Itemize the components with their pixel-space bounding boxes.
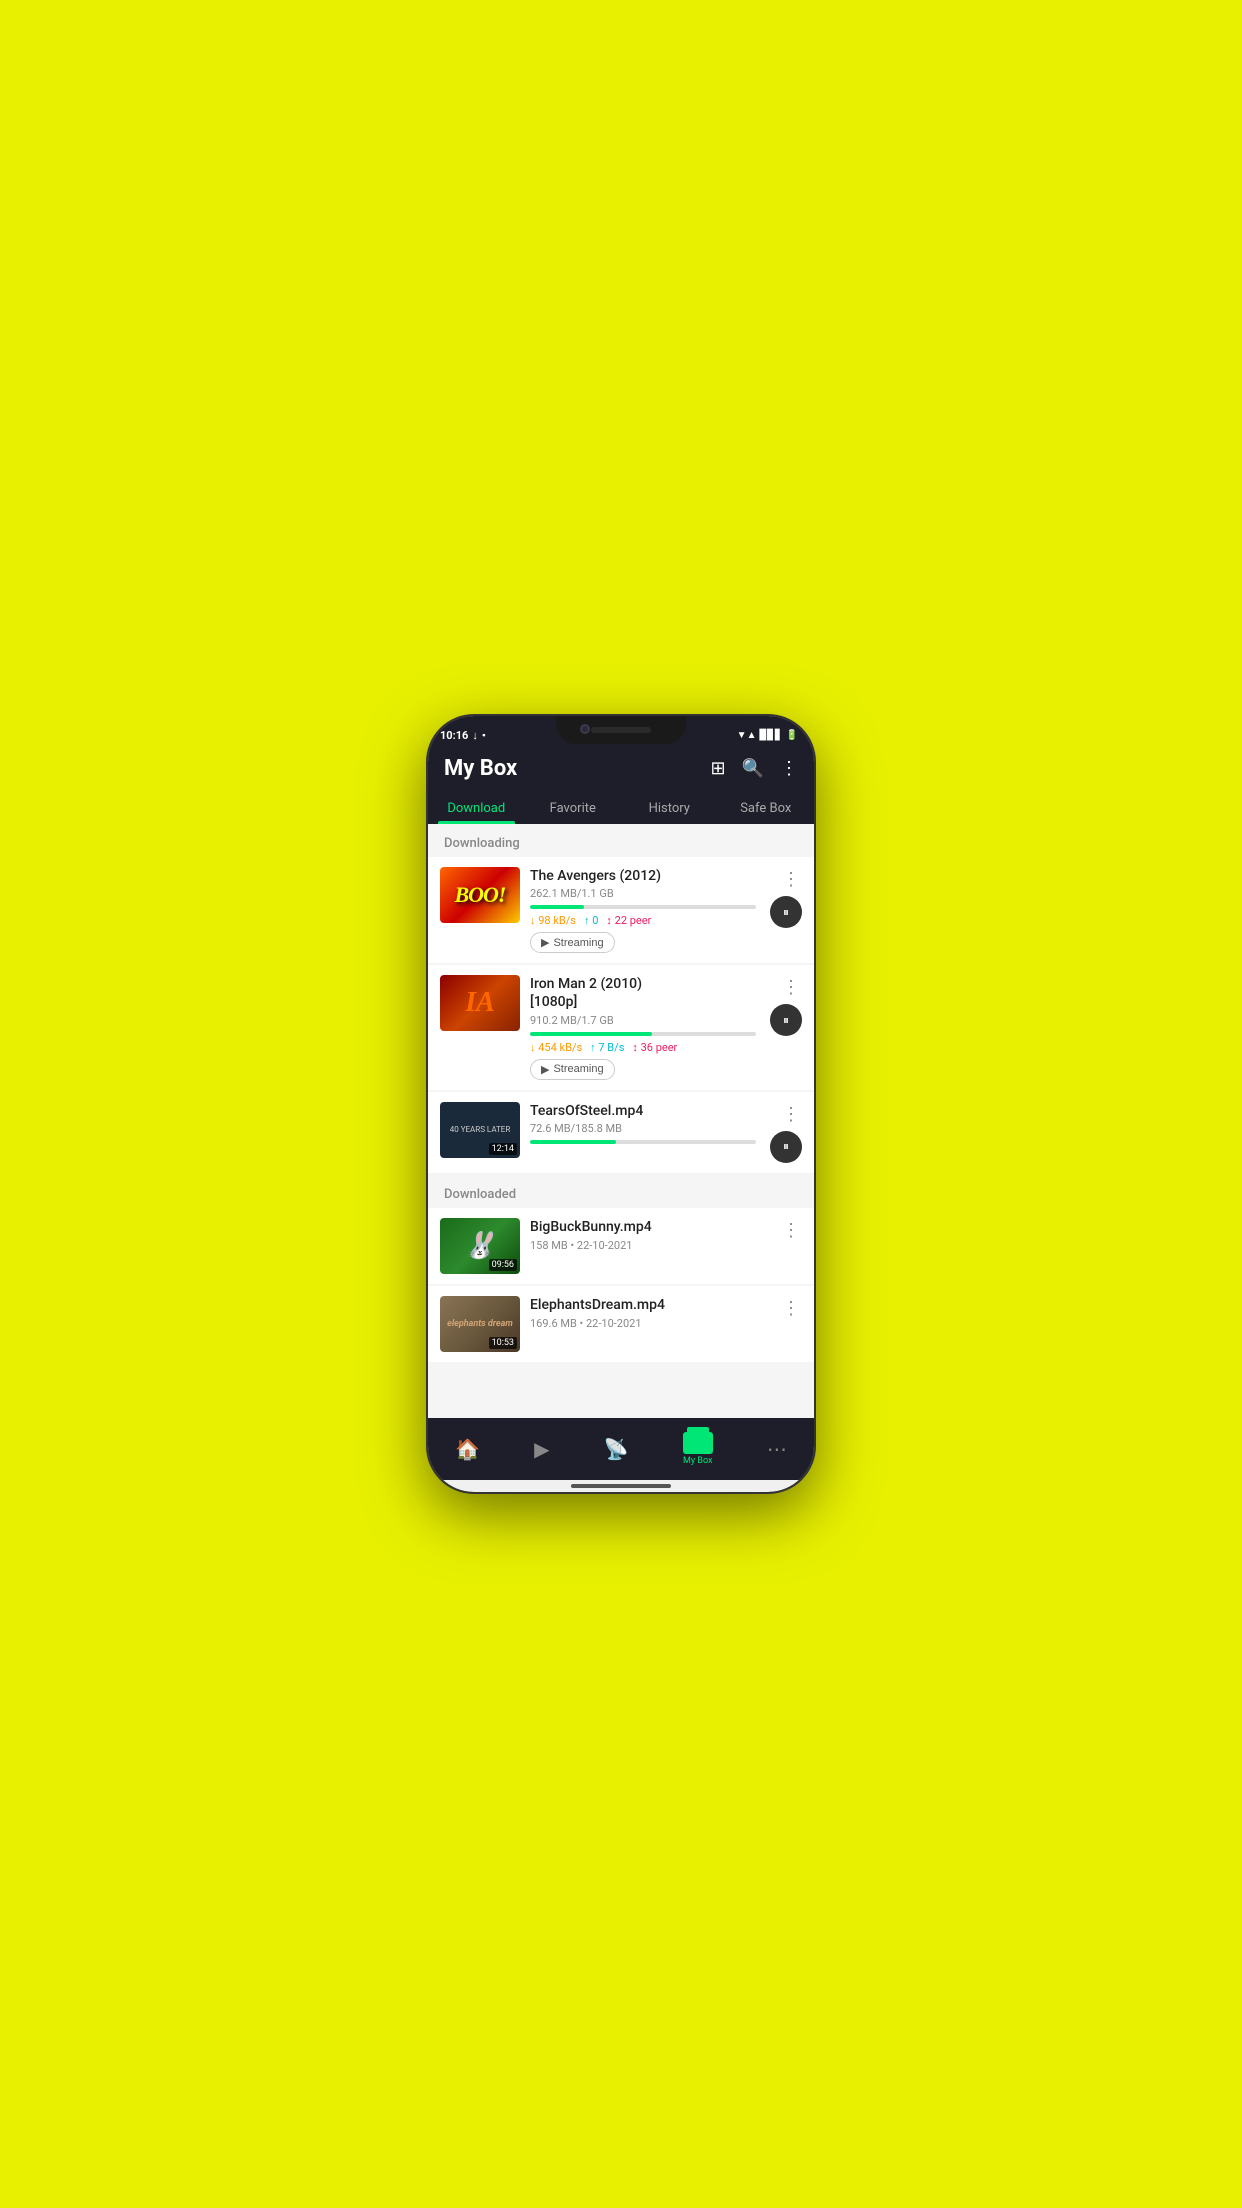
nav-home[interactable]: 🏠 (455, 1437, 480, 1461)
grid-icon[interactable]: ⊞ (710, 758, 725, 779)
battery-icon: 🔋 (786, 730, 798, 741)
home-icon: 🏠 (455, 1437, 480, 1461)
progress-bg-tears (530, 1140, 756, 1144)
nav-broadcast[interactable]: 📡 (604, 1437, 629, 1461)
menu-btn-bunny[interactable]: ⋮ (780, 1218, 802, 1243)
tab-history[interactable]: History (621, 791, 718, 824)
nav-more[interactable]: ⋯ (767, 1437, 787, 1461)
home-button-bar (571, 1484, 671, 1488)
nav-play[interactable]: ▶ (534, 1437, 549, 1461)
menu-btn-ironman[interactable]: ⋮ (780, 975, 802, 1000)
item-right-ironman: ⋮ ⏸ (766, 975, 802, 1036)
streaming-btn-ironman[interactable]: ▶ Streaming (530, 1059, 615, 1080)
download-item-avengers: BOO! The Avengers (2012) 262.1 MB/1.1 GB… (428, 857, 814, 963)
menu-btn-avengers[interactable]: ⋮ (780, 867, 802, 892)
menu-btn-elephants[interactable]: ⋮ (780, 1296, 802, 1321)
status-dot: • (482, 729, 486, 742)
more-icon: ⋯ (767, 1437, 787, 1461)
speed-down-ironman: ↓ 454 kB/s (530, 1041, 582, 1054)
item-right-bunny: ⋮ (780, 1218, 802, 1243)
item-name-elephants: ElephantsDream.mp4 (530, 1296, 770, 1314)
item-right-elephants: ⋮ (780, 1296, 802, 1321)
pause-btn-avengers[interactable]: ⏸ (770, 896, 802, 928)
item-size-ironman: 910.2 MB/1.7 GB (530, 1014, 756, 1027)
wifi-icon: ▼▲ (737, 730, 757, 741)
peers-avengers: ↕ 22 peer (606, 914, 651, 927)
download-indicator: ↓ (472, 729, 478, 742)
thumb-duration-tears: 12:14 (489, 1143, 517, 1155)
streaming-btn-avengers[interactable]: ▶ Streaming (530, 932, 615, 953)
status-right: ▼▲ ▉▊▋ 🔋 (737, 730, 798, 741)
header-icons: ⊞ 🔍 ⋮ (710, 758, 798, 779)
phone-notch (556, 716, 686, 744)
thumb-ironman: IA (440, 975, 520, 1031)
download-item-bunny: 🐰 09:56 BigBuckBunny.mp4 158 MB • 22-10-… (428, 1208, 814, 1284)
nav-mybox[interactable]: My Box (683, 1432, 713, 1466)
speed-down-avengers: ↓ 98 kB/s (530, 914, 576, 927)
item-name-ironman: Iron Man 2 (2010)[1080p] (530, 975, 756, 1011)
download-item-elephants: elephants dream 10:53 ElephantsDream.mp4… (428, 1286, 814, 1362)
mybox-icon (683, 1432, 713, 1454)
progress-fill-ironman (530, 1032, 652, 1036)
download-item-ironman: IA Iron Man 2 (2010)[1080p] 910.2 MB/1.7… (428, 965, 814, 1089)
content-area: Downloading BOO! The Avengers (2012) 262… (428, 824, 814, 1418)
item-stats-avengers: ↓ 98 kB/s ↑ 0 ↕ 22 peer (530, 914, 756, 927)
tab-download[interactable]: Download (428, 791, 525, 824)
tab-bar: Download Favorite History Safe Box (428, 791, 814, 824)
download-item-tears: 40 YEARS LATER 12:14 TearsOfSteel.mp4 72… (428, 1092, 814, 1173)
speed-up-avengers: ↑ 0 (584, 914, 598, 927)
signal-icon: ▉▊▋ (759, 730, 782, 741)
pause-btn-ironman[interactable]: ⏸ (770, 1004, 802, 1036)
thumb-tears: 40 YEARS LATER 12:14 (440, 1102, 520, 1158)
speed-up-ironman: ↑ 7 B/s (590, 1041, 624, 1054)
speaker (591, 727, 651, 733)
search-icon[interactable]: 🔍 (742, 758, 764, 779)
item-stats-ironman: ↓ 454 kB/s ↑ 7 B/s ↕ 36 peer (530, 1041, 756, 1054)
item-info-ironman: Iron Man 2 (2010)[1080p] 910.2 MB/1.7 GB… (530, 975, 756, 1079)
phone-screen: 10:16 ↓ • ▼▲ ▉▊▋ 🔋 My Box ⊞ 🔍 ⋮ Download (428, 716, 814, 1492)
app-header: My Box ⊞ 🔍 ⋮ (428, 748, 814, 791)
more-options-icon[interactable]: ⋮ (780, 758, 798, 779)
item-name-tears: TearsOfSteel.mp4 (530, 1102, 756, 1120)
progress-fill-tears (530, 1140, 616, 1144)
bottom-nav: 🏠 ▶ 📡 My Box ⋯ (428, 1418, 814, 1480)
tab-safebox[interactable]: Safe Box (718, 791, 815, 824)
item-meta-bunny: 158 MB • 22-10-2021 (530, 1239, 770, 1252)
phone-frame: 10:16 ↓ • ▼▲ ▉▊▋ 🔋 My Box ⊞ 🔍 ⋮ Download (426, 714, 816, 1494)
thumb-avengers: BOO! (440, 867, 520, 923)
thumb-bunny: 🐰 09:56 (440, 1218, 520, 1274)
item-size-avengers: 262.1 MB/1.1 GB (530, 887, 756, 900)
play-icon: ▶ (534, 1437, 549, 1461)
item-right-tears: ⋮ ⏸ (766, 1102, 802, 1163)
thumb-duration-bunny: 09:56 (489, 1259, 517, 1271)
thumb-elephants: elephants dream 10:53 (440, 1296, 520, 1352)
item-info-avengers: The Avengers (2012) 262.1 MB/1.1 GB ↓ 98… (530, 867, 756, 953)
pause-btn-tears[interactable]: ⏸ (770, 1131, 802, 1163)
item-info-tears: TearsOfSteel.mp4 72.6 MB/185.8 MB (530, 1102, 756, 1149)
item-info-bunny: BigBuckBunny.mp4 158 MB • 22-10-2021 (530, 1218, 770, 1252)
progress-bg-ironman (530, 1032, 756, 1036)
downloading-header: Downloading (428, 824, 814, 857)
progress-fill-avengers (530, 905, 584, 909)
peers-ironman: ↕ 36 peer (632, 1041, 677, 1054)
tab-favorite[interactable]: Favorite (525, 791, 622, 824)
progress-bg-avengers (530, 905, 756, 909)
item-size-tears: 72.6 MB/185.8 MB (530, 1122, 756, 1135)
status-left: 10:16 ↓ • (440, 729, 486, 742)
thumb-duration-elephants: 10:53 (489, 1337, 517, 1349)
item-meta-elephants: 169.6 MB • 22-10-2021 (530, 1317, 770, 1330)
camera (580, 724, 590, 734)
nav-mybox-label: My Box (683, 1456, 712, 1466)
menu-btn-tears[interactable]: ⋮ (780, 1102, 802, 1127)
app-title: My Box (444, 756, 517, 781)
item-right-avengers: ⋮ ⏸ (766, 867, 802, 928)
broadcast-icon: 📡 (604, 1437, 629, 1461)
status-time: 10:16 (440, 729, 468, 742)
item-info-elephants: ElephantsDream.mp4 169.6 MB • 22-10-2021 (530, 1296, 770, 1330)
item-name-bunny: BigBuckBunny.mp4 (530, 1218, 770, 1236)
downloaded-header: Downloaded (428, 1175, 814, 1208)
item-name-avengers: The Avengers (2012) (530, 867, 756, 885)
